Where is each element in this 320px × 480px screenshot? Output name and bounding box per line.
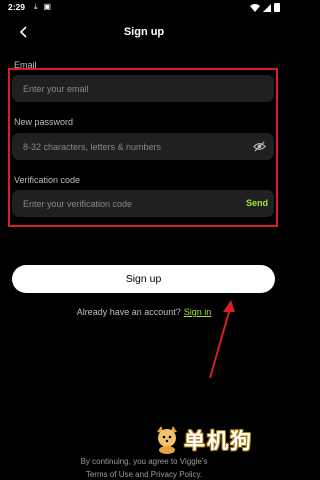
- annotation-arrow: [209, 300, 235, 379]
- watermark: 单机狗: [148, 422, 258, 456]
- page-title: Sign up: [123, 26, 165, 38]
- password-field-container: [12, 133, 274, 160]
- signin-prompt: Already have an account?: [76, 307, 181, 317]
- signal-icon: [263, 3, 271, 12]
- download-icon: ⤓: [34, 2, 38, 11]
- notification-icon: ▣: [43, 2, 52, 11]
- email-field-container: [12, 75, 274, 102]
- verification-code-field[interactable]: [23, 190, 223, 217]
- email-label: Email: [14, 60, 37, 70]
- terms-text: By continuing, you agree to Viggle's Ter…: [0, 455, 288, 480]
- wifi-icon: [250, 3, 260, 12]
- verification-label: Verification code: [14, 175, 81, 185]
- password-field[interactable]: [23, 133, 243, 160]
- signup-button[interactable]: Sign up: [12, 265, 275, 293]
- watermark-text: 单机狗: [184, 430, 253, 453]
- dog-mascot-icon: [157, 426, 177, 454]
- email-field[interactable]: [23, 75, 223, 102]
- status-left-icons: ⤓ ▣: [34, 2, 51, 12]
- status-time: 2:29: [8, 2, 26, 12]
- eye-off-icon[interactable]: [253, 140, 266, 153]
- status-bar: 2:29 ⤓ ▣: [0, 0, 288, 16]
- terms-line-2[interactable]: Terms of Use and Privacy Policy.: [0, 468, 288, 480]
- battery-icon: [274, 3, 280, 12]
- send-code-button[interactable]: Send: [246, 198, 268, 208]
- verification-field-container: Send: [12, 190, 274, 217]
- terms-line-1: By continuing, you agree to Viggle's: [80, 457, 208, 466]
- nav-bar: Sign up: [0, 20, 288, 44]
- status-right-icons: [250, 3, 280, 12]
- password-label: New password: [14, 117, 74, 127]
